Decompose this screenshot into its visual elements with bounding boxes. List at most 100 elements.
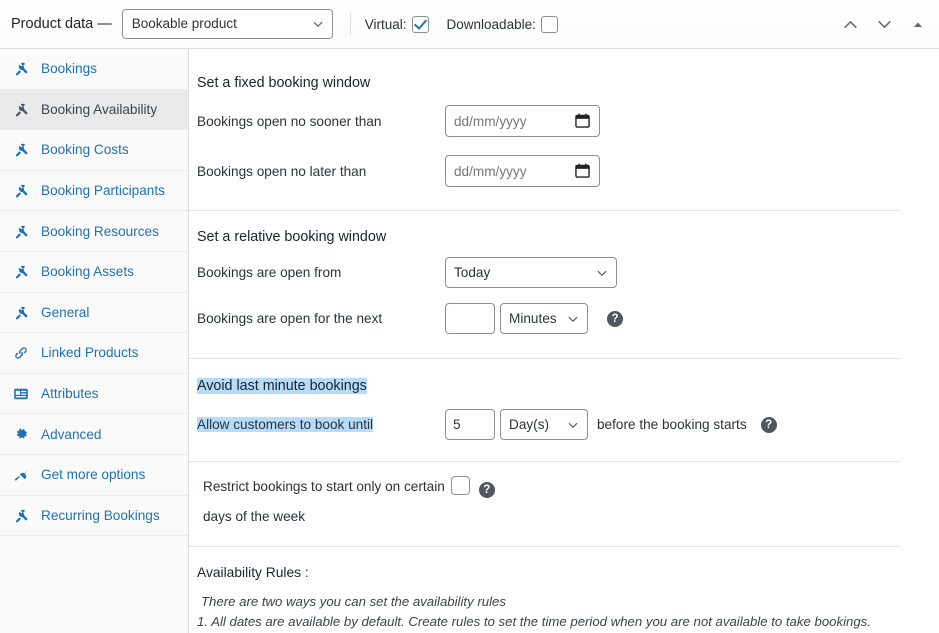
gear-icon (11, 425, 30, 443)
avoid-last-minute-section: Avoid last minute bookings Allow custome… (189, 359, 925, 462)
sidebar-item-label: Linked Products (41, 345, 139, 361)
bookings-open-no-sooner-label: Bookings open no sooner than (197, 113, 382, 129)
move-up-button[interactable] (839, 14, 861, 36)
bookings-open-next-input[interactable] (445, 303, 495, 334)
restrict-days-checkbox[interactable] (450, 476, 470, 495)
sidebar-item-booking-costs[interactable]: Booking Costs (0, 130, 188, 171)
sidebar-item-label: Booking Costs (41, 142, 129, 158)
plug-icon (11, 466, 30, 484)
sidebar-item-get-more-options[interactable]: Get more options (0, 454, 188, 496)
move-down-button[interactable] (873, 14, 895, 36)
bookings-open-next-label: Bookings are open for the next (197, 311, 383, 326)
wrench-icon (11, 60, 30, 78)
booking-availability-panel: Set a fixed booking window Bookings open… (189, 49, 939, 633)
triangle-up-icon (914, 22, 922, 27)
availability-rules-lead: There are two ways you can set the avail… (201, 594, 506, 609)
bookings-open-no-sooner-row: Bookings open no sooner than (189, 105, 925, 137)
product-data-tabs: Bookings Booking Availability Booking Co… (0, 49, 189, 633)
product-data-header: Product data — Bookable product Virtual:… (0, 0, 939, 49)
product-type-select-wrap: Bookable product (121, 9, 333, 39)
chevron-up-icon (843, 21, 857, 28)
sidebar-item-attributes[interactable]: Attributes (0, 373, 188, 415)
bookings-open-no-later-field (445, 155, 600, 187)
wrench-icon (11, 182, 30, 200)
product-data-panel: Product data — Bookable product Virtual:… (0, 0, 939, 633)
fixed-window-heading: Set a fixed booking window (197, 75, 371, 91)
bookings-open-no-sooner-field (445, 105, 600, 137)
book-until-row: Allow customers to book until Day(s) bef… (189, 409, 925, 440)
bookings-open-no-later-input[interactable] (445, 155, 600, 187)
sidebar-item-recurring-bookings[interactable]: Recurring Bookings (0, 495, 188, 537)
virtual-checkbox[interactable] (411, 15, 429, 33)
book-until-label-text: Allow customers to book until (197, 417, 374, 432)
sidebar-item-label: Booking Participants (41, 183, 165, 199)
wrench-icon (11, 303, 30, 321)
sidebar-item-general[interactable]: General (0, 292, 188, 334)
sidebar-item-label: Recurring Bookings (41, 507, 160, 523)
product-type-select[interactable]: Bookable product (121, 9, 333, 39)
virtual-label: Virtual: (364, 16, 407, 32)
restrict-days-label-line2: days of the week (203, 509, 306, 524)
bookings-open-no-later-row: Bookings open no later than (189, 155, 925, 187)
sidebar-item-label: Bookings (41, 61, 97, 77)
availability-rules-title: Availability Rules : (197, 565, 309, 580)
bookings-open-from-label: Bookings are open from (197, 265, 342, 280)
sidebar-item-linked-products[interactable]: Linked Products (0, 333, 188, 374)
availability-rules-body: There are two ways you can set the avail… (189, 580, 925, 633)
book-until-unit-select[interactable]: Day(s) (500, 409, 588, 440)
wrench-icon (11, 100, 30, 118)
book-until-unit-field: Day(s) (500, 409, 588, 440)
wrench-icon (11, 263, 30, 281)
virtual-group: Virtual: (364, 15, 429, 33)
sidebar-item-bookings[interactable]: Bookings (0, 49, 188, 90)
sidebar-item-booking-assets[interactable]: Booking Assets (0, 251, 188, 293)
toggle-panel-button[interactable] (907, 14, 929, 36)
header-divider (349, 13, 351, 35)
relative-booking-window-section: Set a relative booking window Bookings a… (189, 211, 925, 359)
book-until-input[interactable] (445, 409, 495, 440)
product-data-body: Bookings Booking Availability Booking Co… (0, 49, 939, 633)
downloadable-checkbox[interactable] (540, 15, 558, 33)
bookings-open-from-select[interactable]: Today (445, 257, 617, 288)
sidebar-item-label: Get more options (41, 467, 146, 483)
wrench-icon (11, 141, 30, 159)
help-icon[interactable]: ? (760, 416, 777, 433)
bookings-open-next-row: Bookings are open for the next Minutes ? (189, 303, 925, 334)
wrench-icon (11, 506, 30, 524)
link-icon (11, 344, 30, 362)
bookings-open-from-field: Today (445, 257, 617, 288)
sidebar-item-advanced[interactable]: Advanced (0, 414, 188, 455)
bookings-open-no-sooner-input[interactable] (445, 105, 600, 137)
avoid-last-minute-heading: Avoid last minute bookings (189, 359, 925, 394)
sidebar-item-label: Attributes (41, 386, 99, 402)
list-icon (11, 385, 30, 403)
sidebar-item-label: Advanced (41, 426, 102, 442)
restrict-days-section: Restrict bookings to start only on certa… (189, 462, 925, 547)
downloadable-group: Downloadable: (446, 15, 558, 33)
wrench-icon (11, 222, 30, 240)
avoid-last-minute-heading-text: Avoid last minute bookings (197, 378, 367, 394)
help-icon[interactable]: ? (607, 310, 623, 327)
sidebar-item-label: General (41, 304, 90, 320)
bookings-open-from-row: Bookings are open from Today (189, 257, 925, 288)
bookings-open-next-unit-select[interactable]: Minutes (500, 303, 588, 334)
sidebar-item-label: Booking Resources (41, 223, 159, 239)
availability-rule-1: 1. All dates are available by default. C… (197, 613, 871, 629)
sidebar-item-booking-resources[interactable]: Booking Resources (0, 211, 188, 252)
fixed-booking-window-section: Set a fixed booking window Bookings open… (189, 49, 925, 211)
downloadable-label: Downloadable: (446, 16, 536, 32)
sidebar-item-label: Booking Availability (41, 101, 158, 117)
tabs-filler (0, 536, 188, 633)
bookings-open-next-unit-field: Minutes (500, 303, 588, 334)
relative-window-heading: Set a relative booking window (197, 229, 387, 245)
restrict-days-label-line1: Restrict bookings to start only on certa… (203, 479, 445, 494)
help-icon[interactable]: ? (478, 482, 495, 498)
header-actions (839, 0, 929, 49)
chevron-down-icon (877, 21, 891, 28)
book-until-label: Allow customers to book until (197, 417, 445, 432)
sidebar-item-booking-participants[interactable]: Booking Participants (0, 170, 188, 212)
sidebar-item-booking-availability[interactable]: Booking Availability (0, 89, 188, 131)
restrict-days-row: Restrict bookings to start only on certa… (189, 462, 609, 532)
availability-rules-section: Availability Rules : There are two ways … (189, 547, 925, 633)
page-title: Product data — (11, 16, 112, 32)
